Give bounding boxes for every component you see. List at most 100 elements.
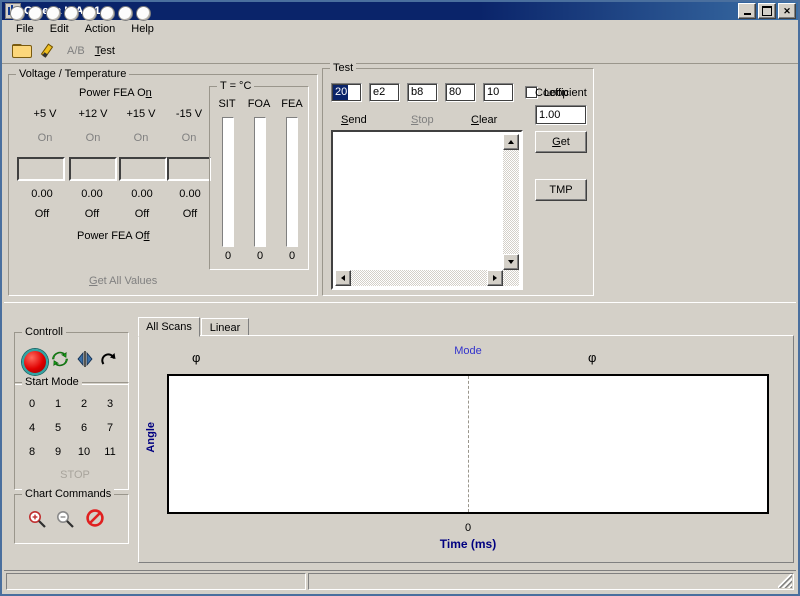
start-mode-0[interactable]: 0	[21, 398, 43, 410]
stop-rest: top	[418, 114, 433, 126]
channel-3-indicator	[167, 157, 211, 181]
start-mode-title: Start Mode	[22, 376, 82, 388]
test-group: Test 20 e2 b8 80 10 Loop Send Stop Clear…	[322, 68, 594, 296]
start-mode-1[interactable]: 1	[47, 398, 69, 410]
gauge-1-value: 0	[245, 250, 275, 262]
start-mode-6[interactable]: 6	[73, 422, 95, 434]
coefficient-label: Coefficient	[535, 87, 587, 99]
coefficient-input[interactable]: 1.00	[535, 105, 587, 125]
led-indicator	[10, 6, 25, 21]
gauge-2-bar	[286, 117, 298, 247]
gauge-2-value: 0	[277, 250, 307, 262]
start-mode-5[interactable]: 5	[47, 422, 69, 434]
controll-title: Controll	[22, 326, 66, 338]
get-rest: et	[561, 136, 570, 148]
edit-button[interactable]	[41, 43, 57, 58]
start-mode-8[interactable]: 8	[21, 446, 43, 458]
get-all-values-accel: G	[89, 275, 98, 287]
redo-arrow-icon[interactable]	[100, 350, 118, 368]
test-log-listbox[interactable]	[331, 130, 523, 290]
record-stop-led-icon[interactable]	[22, 349, 48, 375]
tmp-button[interactable]: TMP	[535, 179, 587, 201]
window-buttons: ✕	[738, 3, 796, 19]
zoom-out-icon[interactable]	[55, 509, 75, 532]
gauge-2-label: FEA	[276, 98, 308, 110]
led-indicator-row	[10, 6, 151, 21]
start-mode-9[interactable]: 9	[47, 446, 69, 458]
menu-item-edit[interactable]: Edit	[42, 21, 77, 37]
start-mode-11[interactable]: 11	[99, 446, 121, 458]
hex-field-2[interactable]: b8	[407, 83, 438, 102]
log-horizontal-scrollbar[interactable]	[335, 270, 519, 286]
menu-item-action[interactable]: Action	[77, 21, 124, 37]
stop-button[interactable]: Stop	[411, 114, 434, 126]
hex-field-0-value: 20	[332, 84, 348, 100]
menu-item-file[interactable]: File	[8, 21, 42, 37]
gauge-1-bar	[254, 117, 266, 247]
scroll-up-button[interactable]	[503, 134, 519, 150]
chart-marker-line	[468, 376, 469, 512]
channel-0-state-bottom: Off	[17, 208, 67, 220]
cancel-zoom-icon[interactable]	[85, 508, 105, 531]
start-mode-3[interactable]: 3	[99, 398, 121, 410]
led-indicator	[82, 6, 97, 21]
led-indicator	[136, 6, 151, 21]
start-mode-10[interactable]: 10	[73, 446, 95, 458]
start-mode-2[interactable]: 2	[73, 398, 95, 410]
hex-field-1[interactable]: e2	[369, 83, 400, 102]
tab-all-scans[interactable]: All Scans	[138, 317, 200, 337]
hex-field-0[interactable]: 20	[331, 83, 362, 102]
power-fea-on-accel: n	[146, 87, 152, 99]
channel-3-state-bottom: Off	[165, 208, 215, 220]
power-fea-on-text: Power FEA O	[79, 87, 146, 99]
minimize-button[interactable]	[738, 3, 756, 19]
get-button[interactable]: Get	[535, 131, 587, 153]
led-indicator	[118, 6, 133, 21]
toolbar-ab-label: A/B	[67, 45, 85, 57]
maximize-button[interactable]	[758, 3, 776, 19]
resize-grip[interactable]	[778, 574, 792, 588]
log-vertical-scrollbar[interactable]	[503, 134, 519, 286]
scroll-down-button[interactable]	[503, 254, 519, 270]
power-fea-on-label: Power FEA On	[79, 87, 152, 99]
channel-2-state-bottom: Off	[117, 208, 167, 220]
clear-button[interactable]: Clear	[471, 114, 497, 126]
led-indicator	[64, 6, 79, 21]
pencil-icon	[41, 43, 57, 58]
start-mode-group: Start Mode 0 1 2 3 4 5 6 7 8 9 10 11 STO…	[14, 382, 129, 490]
start-mode-4[interactable]: 4	[21, 422, 43, 434]
status-pane-1	[6, 573, 306, 590]
status-pane-2	[308, 573, 794, 590]
close-button[interactable]: ✕	[778, 3, 796, 19]
menu-item-help[interactable]: Help	[123, 21, 162, 37]
clear-accel: C	[471, 114, 479, 126]
chart-title: Mode	[167, 345, 769, 357]
channel-1-indicator	[69, 157, 117, 181]
power-fea-off-text: Power FEA O	[77, 230, 144, 242]
get-all-values-rest: et All Values	[98, 275, 158, 287]
swap-left-right-icon[interactable]	[75, 350, 95, 368]
scroll-right-button[interactable]	[487, 270, 503, 286]
chart-plot-area[interactable]	[167, 374, 769, 514]
scroll-left-button[interactable]	[335, 270, 351, 286]
refresh-icon[interactable]	[50, 349, 70, 369]
get-all-values-button[interactable]: Get All Values	[89, 275, 157, 287]
channel-1-value: 0.00	[67, 188, 117, 200]
hex-field-4[interactable]: 10	[483, 83, 514, 102]
hex-field-3[interactable]: 80	[445, 83, 476, 102]
get-accel: G	[552, 136, 561, 148]
zoom-in-icon[interactable]	[27, 509, 47, 532]
voltage-temperature-title: Voltage / Temperature	[16, 68, 129, 80]
chart-commands-group: Chart Commands	[14, 494, 129, 544]
chart-y-axis-label: Angle	[145, 422, 157, 453]
channel-2-indicator	[119, 157, 167, 181]
chart-x-tick-0: 0	[167, 522, 769, 534]
stop-mode-button[interactable]: STOP	[55, 469, 95, 481]
tab-linear[interactable]: Linear	[201, 318, 249, 336]
toolbar-test-button[interactable]: Test	[95, 45, 115, 57]
channel-2-value: 0.00	[117, 188, 167, 200]
send-button[interactable]: Send	[341, 114, 367, 126]
open-button[interactable]	[12, 43, 31, 58]
gauge-1-label: FOA	[243, 98, 275, 110]
start-mode-7[interactable]: 7	[99, 422, 121, 434]
